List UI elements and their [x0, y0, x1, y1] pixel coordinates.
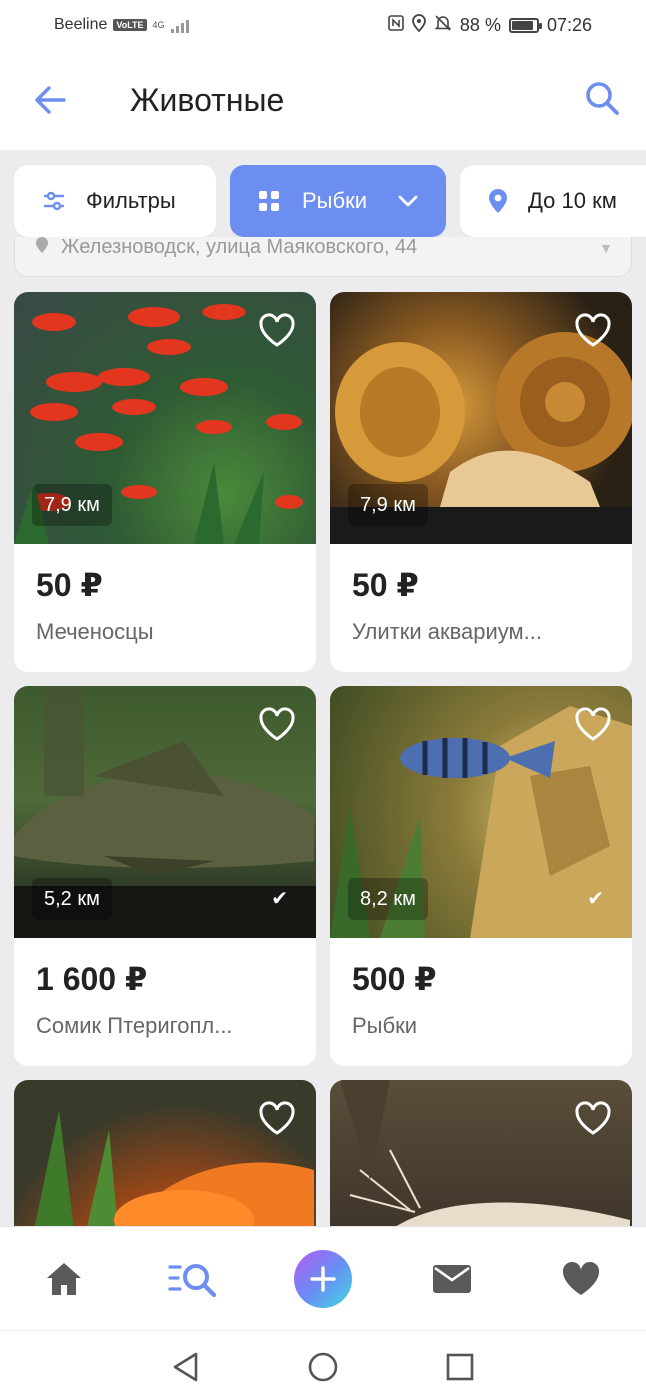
listing-price: 1 600 ₽: [36, 961, 148, 997]
filter-chips: Фильтры Рыбки До 10 км: [0, 165, 646, 237]
heart-outline-icon[interactable]: [258, 1100, 296, 1136]
bottom-navigation: [0, 1226, 646, 1330]
list-search-icon: [168, 1264, 217, 1297]
nav-home[interactable]: [24, 1227, 104, 1331]
location-text: Железноводск, улица Маяковского, 44: [61, 237, 418, 258]
location-selector[interactable]: Железноводск, улица Маяковского, 44 ▼: [14, 237, 632, 277]
filters-label: Фильтры: [86, 188, 176, 213]
listing-title: Рыбки: [352, 1013, 418, 1038]
filters-chip[interactable]: Фильтры: [14, 165, 216, 237]
listing-card[interactable]: 7,9 км 50 ₽ Меченосцы: [14, 292, 316, 672]
mute-bell-icon: [434, 14, 452, 37]
distance-chip[interactable]: До 10 км: [460, 165, 646, 237]
signal-icon: [170, 17, 189, 33]
search-icon: [586, 82, 619, 115]
status-bar: Beeline VoLTE 4G 88 % 07:26: [0, 0, 646, 50]
nfc-icon: [388, 14, 404, 36]
heart-outline-icon[interactable]: [574, 312, 612, 348]
listing-price: 50 ₽: [36, 567, 103, 603]
heart-outline-icon[interactable]: [574, 1100, 612, 1136]
verified-check-icon: ✔: [271, 888, 288, 910]
nav-messages[interactable]: [412, 1227, 492, 1331]
listing-photo: 7,9 км: [330, 292, 632, 544]
listing-price: 500 ₽: [352, 961, 437, 997]
home-icon: [47, 1263, 81, 1295]
listing-photo: [330, 1080, 632, 1240]
distance-badge: 5,2 км: [32, 878, 112, 920]
distance-badge: 8,2 км: [348, 878, 428, 920]
listing-card[interactable]: 8,2 км ✔ 500 ₽ Рыбки: [330, 686, 632, 1066]
network-type: 4G: [152, 20, 165, 30]
back-button[interactable]: [30, 80, 70, 120]
location-pin-icon: [489, 189, 507, 213]
plus-icon: [310, 1266, 336, 1292]
add-button[interactable]: [294, 1250, 352, 1308]
nav-catalog-search[interactable]: [154, 1227, 234, 1331]
battery-level: [511, 20, 533, 30]
system-navigation-bar: [0, 1330, 646, 1400]
listing-title: Улитки аквариум...: [352, 619, 543, 644]
volte-badge: VoLTE: [113, 19, 147, 31]
listing-title: Сомик Птеригопл...: [36, 1013, 233, 1038]
battery-percent: 88 %: [459, 14, 501, 35]
system-recents-icon[interactable]: [440, 1347, 480, 1387]
heart-outline-icon[interactable]: [258, 706, 296, 742]
location-status-icon: [412, 13, 426, 37]
location-pin-small-icon: [35, 237, 49, 260]
status-right: 88 % 07:26: [388, 13, 592, 37]
heart-outline-icon[interactable]: [258, 312, 296, 348]
heart-outline-icon[interactable]: [574, 706, 612, 742]
category-label: Рыбки: [302, 188, 368, 213]
verified-check-icon: ✔: [587, 888, 604, 910]
listing-photo: 8,2 км ✔: [330, 686, 632, 938]
listing-title: Меченосцы: [36, 619, 154, 644]
search-button[interactable]: [582, 78, 622, 118]
category-chip[interactable]: Рыбки: [230, 165, 446, 237]
listing-price: 50 ₽: [352, 567, 419, 603]
distance-badge: 7,9 км: [32, 484, 112, 526]
grid-icon: [259, 191, 279, 211]
nav-favorites[interactable]: [541, 1227, 621, 1331]
sliders-icon: [43, 191, 65, 211]
chevron-down-icon: ▼: [599, 239, 613, 256]
distance-badge: 7,9 км: [348, 484, 428, 526]
app-header: Животные: [0, 50, 646, 150]
heart-icon: [562, 1261, 600, 1295]
status-left: Beeline VoLTE 4G: [54, 16, 189, 34]
nav-add-listing[interactable]: [283, 1227, 363, 1331]
listing-card[interactable]: [14, 1080, 316, 1240]
listing-card[interactable]: 7,9 км 50 ₽ Улитки аквариум...: [330, 292, 632, 672]
listing-photo: 5,2 км ✔: [14, 686, 316, 938]
listing-photo: [14, 1080, 316, 1240]
page-title: Животные: [130, 82, 285, 118]
listing-photo: 7,9 км: [14, 292, 316, 544]
carrier-name: Beeline: [54, 16, 108, 33]
system-back-icon[interactable]: [166, 1347, 206, 1387]
envelope-icon: [433, 1265, 471, 1293]
distance-label: До 10 км: [528, 188, 617, 213]
chevron-down-icon: [398, 195, 418, 207]
clock: 07:26: [546, 14, 592, 35]
listing-card[interactable]: 5,2 км ✔ 1 600 ₽ Сомик Птеригопл...: [14, 686, 316, 1066]
listing-card[interactable]: [330, 1080, 632, 1240]
system-home-icon[interactable]: [303, 1347, 343, 1387]
arrow-left-icon: [35, 86, 66, 114]
battery-icon: [508, 17, 542, 33]
